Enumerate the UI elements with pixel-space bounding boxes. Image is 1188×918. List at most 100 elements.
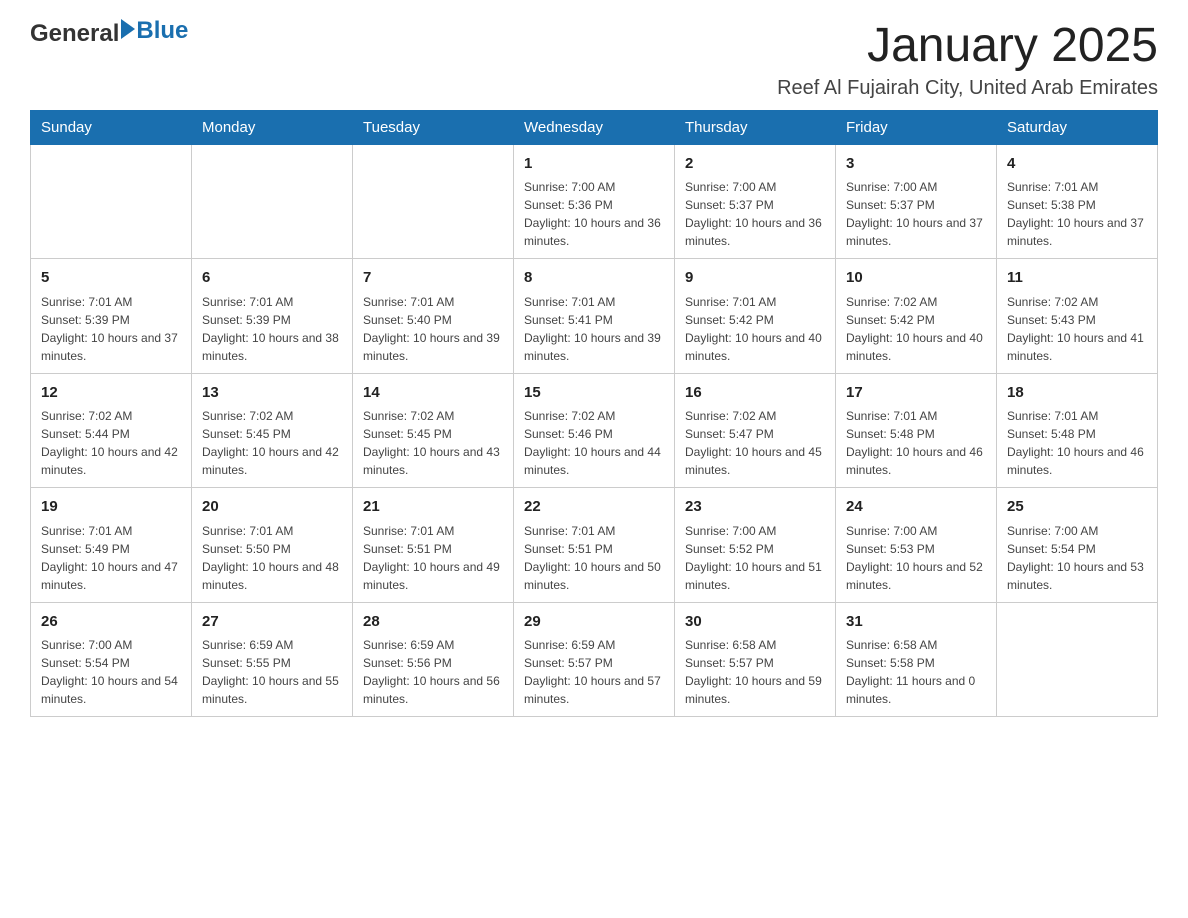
calendar-table: Sunday Monday Tuesday Wednesday Thursday… [30,110,1158,718]
sunrise-text: Sunrise: 6:59 AM [363,636,503,654]
day-info: Sunrise: 6:59 AMSunset: 5:56 PMDaylight:… [363,636,503,708]
day-number: 2 [685,153,825,176]
calendar-week-5: 26Sunrise: 7:00 AMSunset: 5:54 PMDayligh… [31,602,1158,717]
sunset-text: Sunset: 5:49 PM [41,540,181,558]
sunset-text: Sunset: 5:38 PM [1007,196,1147,214]
daylight-text: Daylight: 10 hours and 48 minutes. [202,558,342,594]
sunrise-text: Sunrise: 6:58 AM [685,636,825,654]
day-info: Sunrise: 7:01 AMSunset: 5:49 PMDaylight:… [41,522,181,594]
sunrise-text: Sunrise: 7:01 AM [685,293,825,311]
calendar-cell-w2-d2: 6Sunrise: 7:01 AMSunset: 5:39 PMDaylight… [192,259,353,374]
sunrise-text: Sunrise: 7:00 AM [685,522,825,540]
day-info: Sunrise: 7:01 AMSunset: 5:38 PMDaylight:… [1007,178,1147,250]
logo-triangle-icon [121,19,135,44]
sunset-text: Sunset: 5:45 PM [202,425,342,443]
header-wednesday: Wednesday [514,110,675,144]
calendar-week-4: 19Sunrise: 7:01 AMSunset: 5:49 PMDayligh… [31,488,1158,603]
calendar-cell-w4-d4: 22 Sunrise: 7:01 AMSunset: 5:51 PMDayligh… [514,488,675,603]
sunrise-text: Sunrise: 7:02 AM [363,407,503,425]
day-info: Sunrise: 7:02 AMSunset: 5:42 PMDaylight:… [846,293,986,365]
sunset-text: Sunset: 5:55 PM [202,654,342,672]
day-number: 5 [41,267,181,290]
day-number: 15 [524,382,664,405]
daylight-text: Daylight: 10 hours and 54 minutes. [41,672,181,708]
day-info: Sunrise: 7:01 AMSunset: 5:48 PMDaylight:… [846,407,986,479]
sunset-text: Sunset: 5:51 PM [363,540,503,558]
sunset-text: Sunset: 5:51 PM [524,540,664,558]
daylight-text: Daylight: 10 hours and 56 minutes. [363,672,503,708]
header-saturday: Saturday [997,110,1158,144]
header-monday: Monday [192,110,353,144]
daylight-text: Daylight: 10 hours and 39 minutes. [524,329,664,365]
day-info: Sunrise: 7:02 AMSunset: 5:43 PMDaylight:… [1007,293,1147,365]
title-block: January 2025 Reef Al Fujairah City, Unit… [777,20,1158,100]
sunrise-text: Sunrise: 7:01 AM [363,293,503,311]
day-number: 25 [1007,496,1147,519]
sunrise-text: Sunrise: 7:01 AM [41,293,181,311]
daylight-text: Daylight: 10 hours and 40 minutes. [685,329,825,365]
sunrise-text: Sunrise: 6:59 AM [524,636,664,654]
daylight-text: Daylight: 10 hours and 38 minutes. [202,329,342,365]
day-number: 22 [524,496,664,519]
day-info: Sunrise: 6:58 AMSunset: 5:58 PMDaylight:… [846,636,986,708]
calendar-cell-w3-d3: 14Sunrise: 7:02 AMSunset: 5:45 PMDayligh… [353,373,514,488]
calendar-cell-w5-d6: 31Sunrise: 6:58 AMSunset: 5:58 PMDayligh… [836,602,997,717]
daylight-text: Daylight: 10 hours and 47 minutes. [41,558,181,594]
sunset-text: Sunset: 5:41 PM [524,311,664,329]
calendar-cell-w1-d1 [31,144,192,259]
sunrise-text: Sunrise: 7:00 AM [685,178,825,196]
sunset-text: Sunset: 5:42 PM [846,311,986,329]
calendar-cell-w1-d2 [192,144,353,259]
day-info: Sunrise: 7:00 AMSunset: 5:54 PMDaylight:… [41,636,181,708]
location-subtitle: Reef Al Fujairah City, United Arab Emira… [777,77,1158,100]
day-number: 28 [363,611,503,634]
calendar-cell-w4-d7: 25Sunrise: 7:00 AMSunset: 5:54 PMDayligh… [997,488,1158,603]
daylight-text: Daylight: 10 hours and 55 minutes. [202,672,342,708]
sunrise-text: Sunrise: 7:00 AM [524,178,664,196]
sunset-text: Sunset: 5:57 PM [524,654,664,672]
daylight-text: Daylight: 10 hours and 57 minutes. [524,672,664,708]
sunset-text: Sunset: 5:42 PM [685,311,825,329]
sunset-text: Sunset: 5:58 PM [846,654,986,672]
day-number: 8 [524,267,664,290]
day-number: 19 [41,496,181,519]
sunrise-text: Sunrise: 7:01 AM [1007,178,1147,196]
daylight-text: Daylight: 10 hours and 59 minutes. [685,672,825,708]
day-number: 4 [1007,153,1147,176]
sunset-text: Sunset: 5:57 PM [685,654,825,672]
calendar-header-row: Sunday Monday Tuesday Wednesday Thursday… [31,110,1158,144]
day-info: Sunrise: 6:59 AMSunset: 5:57 PMDaylight:… [524,636,664,708]
sunrise-text: Sunrise: 7:01 AM [524,522,664,540]
day-info: Sunrise: 7:00 AMSunset: 5:52 PMDaylight:… [685,522,825,594]
daylight-text: Daylight: 10 hours and 40 minutes. [846,329,986,365]
month-year-title: January 2025 [777,20,1158,73]
sunset-text: Sunset: 5:39 PM [41,311,181,329]
calendar-cell-w5-d3: 28Sunrise: 6:59 AMSunset: 5:56 PMDayligh… [353,602,514,717]
day-number: 7 [363,267,503,290]
daylight-text: Daylight: 10 hours and 39 minutes. [363,329,503,365]
day-info: Sunrise: 6:58 AMSunset: 5:57 PMDaylight:… [685,636,825,708]
day-info: Sunrise: 7:00 AMSunset: 5:53 PMDaylight:… [846,522,986,594]
calendar-cell-w1-d7: 4Sunrise: 7:01 AMSunset: 5:38 PMDaylight… [997,144,1158,259]
daylight-text: Daylight: 10 hours and 37 minutes. [846,214,986,250]
header-sunday: Sunday [31,110,192,144]
calendar-cell-w4-d6: 24Sunrise: 7:00 AMSunset: 5:53 PMDayligh… [836,488,997,603]
sunrise-text: Sunrise: 7:00 AM [846,522,986,540]
logo-general-text: General [30,20,119,48]
sunrise-text: Sunrise: 7:01 AM [363,522,503,540]
daylight-text: Daylight: 10 hours and 50 minutes. [524,558,664,594]
calendar-cell-w1-d3 [353,144,514,259]
sunrise-text: Sunrise: 6:59 AM [202,636,342,654]
daylight-text: Daylight: 10 hours and 42 minutes. [202,443,342,479]
day-number: 20 [202,496,342,519]
sunset-text: Sunset: 5:54 PM [1007,540,1147,558]
sunset-text: Sunset: 5:37 PM [685,196,825,214]
day-info: Sunrise: 7:02 AMSunset: 5:45 PMDaylight:… [202,407,342,479]
sunrise-text: Sunrise: 7:02 AM [202,407,342,425]
day-info: Sunrise: 7:01 AMSunset: 5:39 PMDaylight:… [41,293,181,365]
calendar-week-2: 5Sunrise: 7:01 AMSunset: 5:39 PMDaylight… [31,259,1158,374]
day-number: 17 [846,382,986,405]
calendar-week-3: 12Sunrise: 7:02 AMSunset: 5:44 PMDayligh… [31,373,1158,488]
calendar-cell-w3-d6: 17Sunrise: 7:01 AMSunset: 5:48 PMDayligh… [836,373,997,488]
day-info: Sunrise: 7:02 AMSunset: 5:45 PMDaylight:… [363,407,503,479]
